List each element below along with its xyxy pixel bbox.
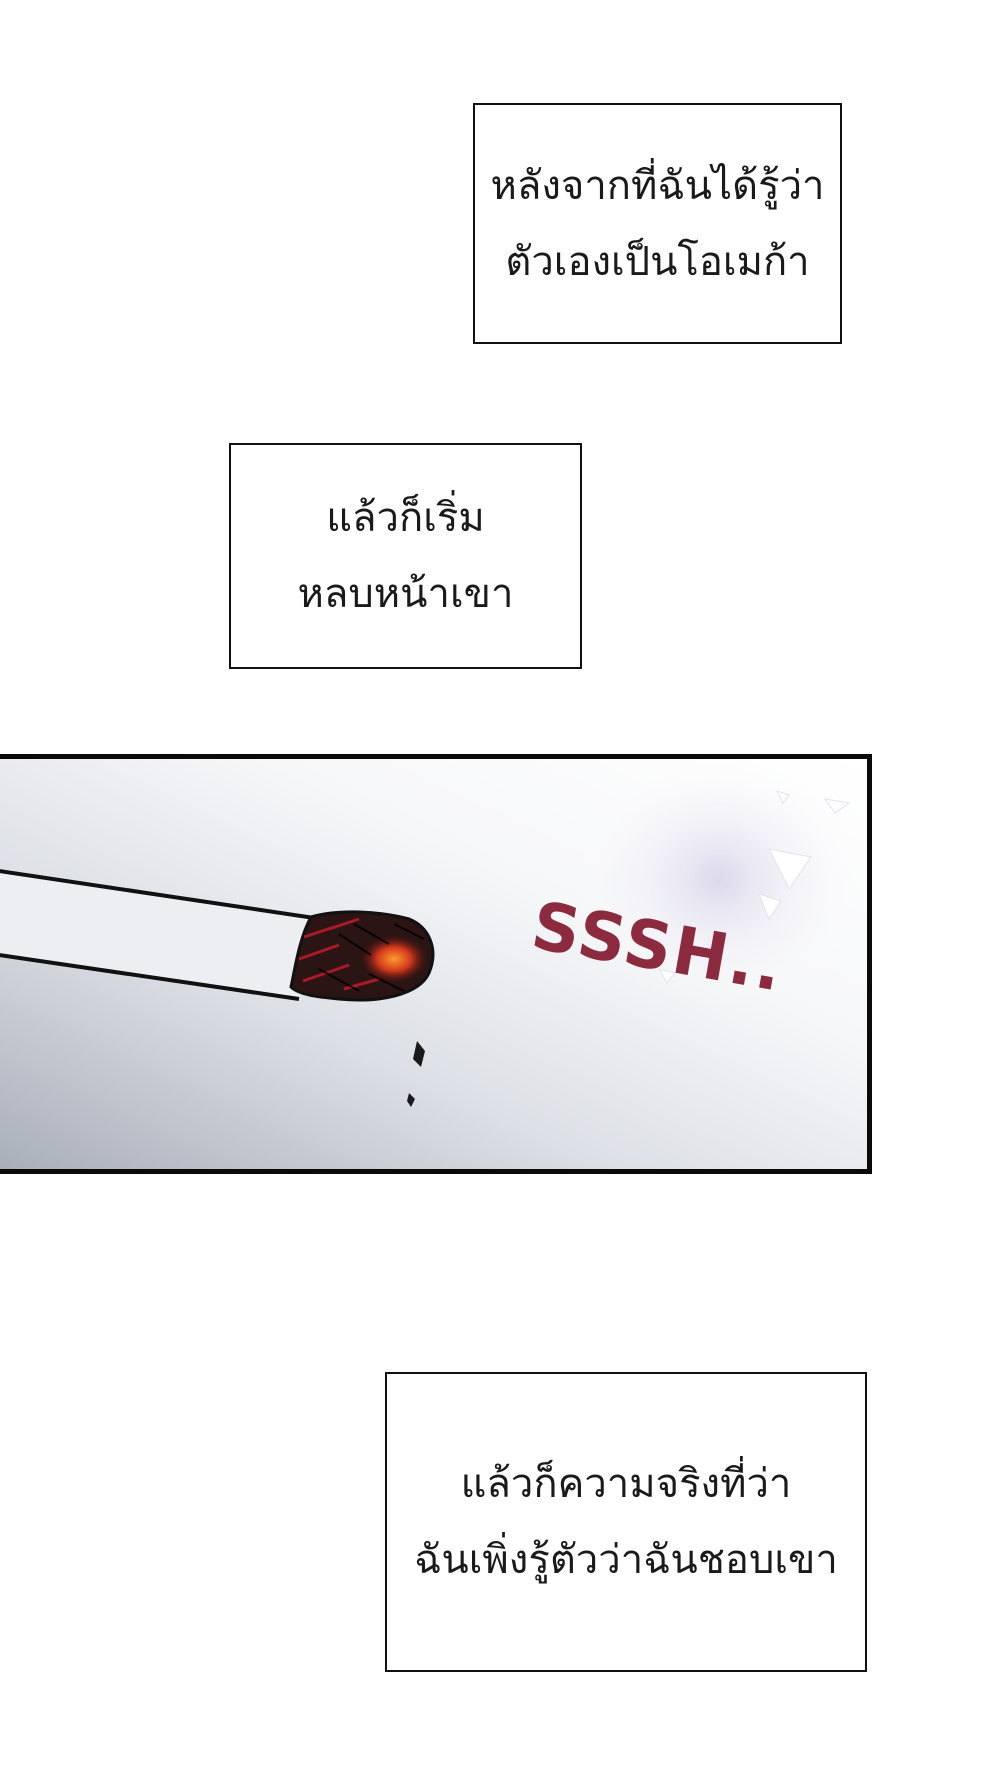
caption-line: หลังจากที่ฉันได้รู้ว่า	[490, 162, 825, 209]
caption-box-top: หลังจากที่ฉันได้รู้ว่า ตัวเองเป็นโอเมก้า	[473, 103, 842, 344]
caption-line: ตัวเองเป็นโอเมก้า	[505, 238, 810, 285]
caption-line: แล้วก็ความจริงที่ว่า	[460, 1461, 792, 1507]
caption-line: แล้วก็เริ่ม	[326, 495, 485, 541]
caption-box-bottom: แล้วก็ความจริงที่ว่า ฉันเพิ่งรู้ตัวว่าฉั…	[385, 1372, 867, 1672]
caption-box-middle: แล้วก็เริ่ม หลบหน้าเขา	[229, 443, 582, 669]
cigarette-panel: SSSH..	[0, 754, 872, 1174]
ember-glow	[360, 935, 428, 983]
caption-line: ฉันเพิ่งรู้ตัวว่าฉันชอบเขา	[414, 1537, 838, 1583]
cigarette-illustration: SSSH..	[0, 759, 867, 1169]
caption-line: หลบหน้าเขา	[297, 571, 514, 617]
